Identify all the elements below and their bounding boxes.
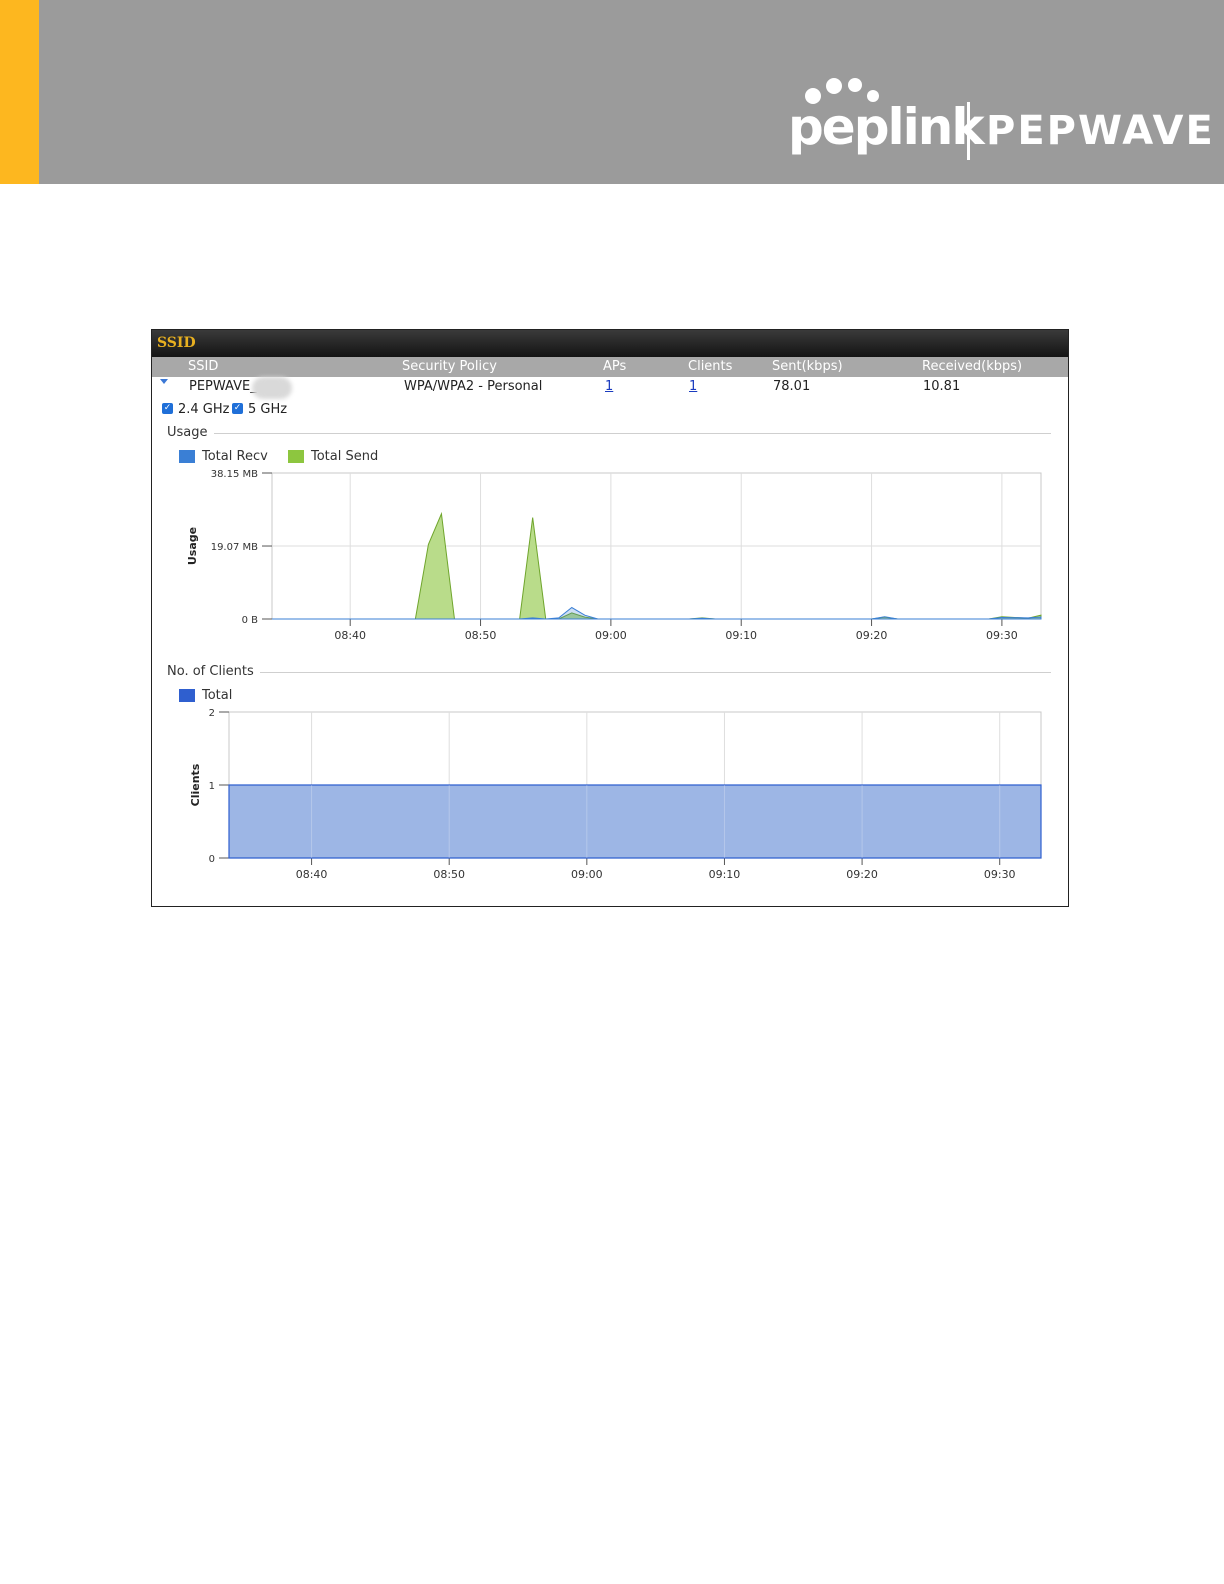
col-received: Received(kbps) [922, 359, 1023, 374]
ssid-panel: SSID SSID Security Policy APs Clients Se… [151, 329, 1069, 907]
brand-divider [967, 102, 970, 160]
panel-title: SSID [152, 330, 1068, 357]
col-ssid: SSID [188, 359, 219, 374]
band-label-5ghz: 5 GHz [248, 402, 288, 417]
x-tick-label: 08:50 [433, 868, 465, 881]
ssid-name: PEPWAVE_ [189, 379, 257, 394]
y-axis-title: Usage [186, 527, 199, 565]
y-tick-label: 1 [209, 781, 215, 792]
y-tick-label: 19.07 MB [211, 542, 258, 553]
y-axis-title: Clients [189, 763, 202, 806]
x-tick-label: 09:10 [725, 629, 757, 642]
accent-stripe [0, 0, 39, 184]
y-tick-label: 38.15 MB [211, 469, 258, 480]
x-tick-label: 09:10 [709, 868, 741, 881]
legend-swatch-total [179, 689, 195, 702]
usage-divider [167, 433, 1051, 434]
security-policy: WPA/WPA2 - Personal [404, 379, 543, 394]
clients-section-title: No. of Clients [167, 664, 260, 679]
x-tick-label: 08:40 [334, 629, 366, 642]
brand-peplink: peplink [788, 98, 985, 156]
band-label-2-4ghz: 2.4 GHz [178, 402, 230, 417]
brand-logo: peplink PEPWAVE [788, 72, 1213, 172]
checkbox-2-4ghz[interactable]: ✓ [162, 403, 173, 414]
table-header: SSID Security Policy APs Clients Sent(kb… [152, 357, 1068, 377]
expand-caret-icon[interactable] [160, 379, 168, 384]
checkbox-5ghz[interactable]: ✓ [232, 403, 243, 414]
sent-value: 78.01 [773, 379, 811, 394]
y-tick-label: 0 [209, 854, 215, 865]
redacted-blur [252, 377, 292, 399]
clients-link[interactable]: 1 [689, 379, 697, 394]
brand-pepwave: PEPWAVE [986, 108, 1215, 154]
x-tick-label: 08:50 [465, 629, 497, 642]
table-row[interactable]: PEPWAVE_ WPA/WPA2 - Personal 1 1 78.01 1… [152, 377, 1068, 399]
aps-link[interactable]: 1 [605, 379, 613, 394]
legend-label-recv: Total Recv [202, 449, 268, 464]
received-value: 10.81 [923, 379, 961, 394]
x-tick-label: 09:20 [856, 629, 888, 642]
usage-section-title: Usage [167, 425, 214, 440]
col-sent: Sent(kbps) [772, 359, 843, 374]
x-tick-label: 09:30 [986, 629, 1018, 642]
col-security-policy: Security Policy [402, 359, 497, 374]
x-tick-label: 09:20 [846, 868, 878, 881]
y-tick-label: 2 [209, 708, 215, 719]
usage-chart: 08:40 08:50 09:00 09:10 09:20 09:30 38.15 MB 19… [186, 469, 1042, 642]
series-area-total [228, 784, 1042, 859]
x-tick-label: 09:00 [595, 629, 627, 642]
y-tick-label: 0 B [242, 615, 259, 626]
clients-chart: 08:40 08:50 09:00 09:10 09:20 09:30 2 1 0 Clients [189, 708, 1042, 881]
clients-divider [167, 672, 1051, 673]
x-tick-label: 09:30 [984, 868, 1016, 881]
band-filters: ✓ 2.4 GHz ✓ 5 GHz [152, 399, 1068, 421]
col-clients: Clients [688, 359, 733, 374]
x-tick-label: 08:40 [296, 868, 328, 881]
x-tick-label: 09:00 [571, 868, 603, 881]
col-aps: APs [603, 359, 627, 374]
legend-label-send: Total Send [311, 449, 379, 464]
legend-swatch-recv [179, 450, 195, 463]
legend-swatch-send [288, 450, 304, 463]
legend-label-total: Total [202, 688, 233, 703]
